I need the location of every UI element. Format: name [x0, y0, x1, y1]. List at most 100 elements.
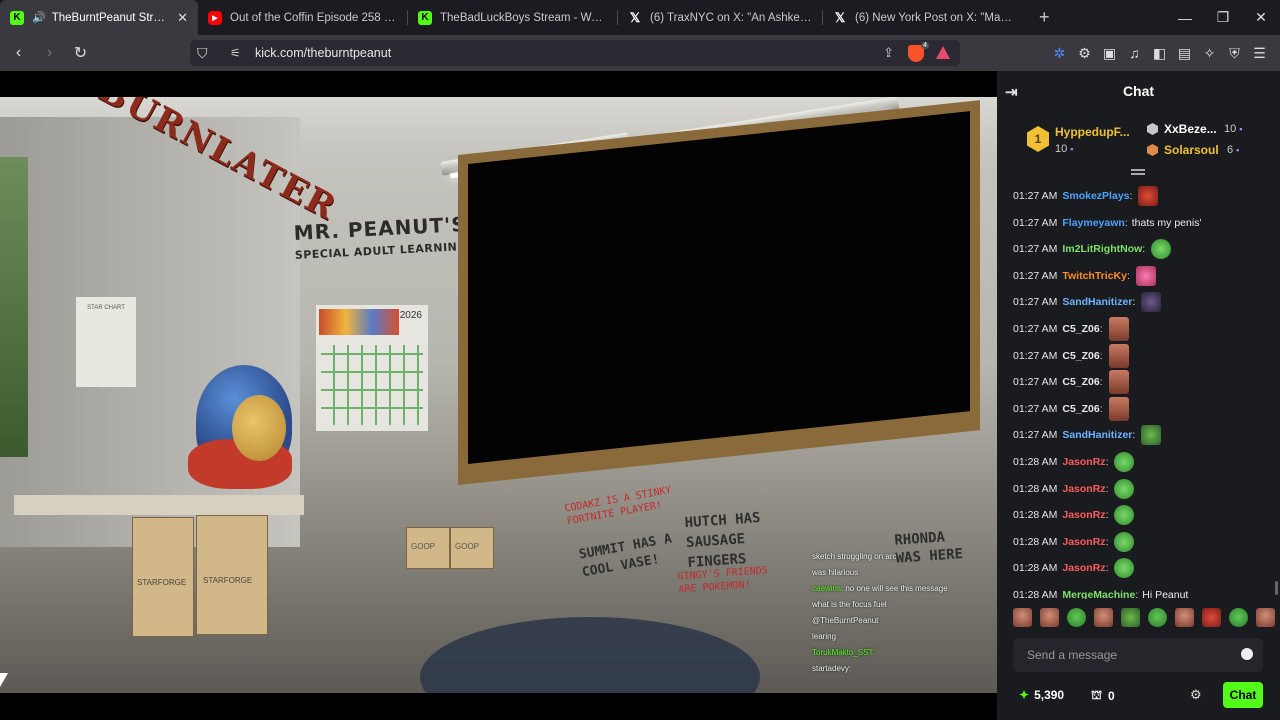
quick-emote-icon[interactable] [1040, 608, 1059, 627]
message-time: 01:28 AM [1013, 562, 1058, 575]
share-icon[interactable]: ⇪ [883, 45, 894, 61]
message-username[interactable]: SmokezPlays [1062, 190, 1129, 202]
chat-input[interactable] [1013, 638, 1233, 672]
menu-icon[interactable]: ☰ [1247, 45, 1272, 62]
channel-points[interactable]: ✦ 5,390 [1019, 688, 1064, 702]
forward-button[interactable]: › [37, 44, 62, 62]
wall-scrawl: HUTCH HAS SAUSAGE FINGERS [684, 509, 761, 572]
tab-out-of-the-coffin[interactable]: ▶ Out of the Coffin Episode 258 Jan 2n [198, 0, 408, 35]
message-username[interactable]: JasonRz [1062, 483, 1105, 495]
gift-icon: ▪ [1236, 145, 1240, 155]
quick-emote-icon[interactable] [1094, 608, 1113, 627]
leo-ai-icon[interactable]: ✲ [1047, 45, 1072, 62]
tab-nypost[interactable]: 𝕏 (6) New York Post on X: "Maduro Op [823, 0, 1025, 35]
kick-icon: K [418, 10, 432, 25]
leader-3-name[interactable]: Solarsoul [1164, 143, 1219, 157]
quick-emote-icon[interactable] [1067, 608, 1086, 627]
back-button[interactable]: ‹ [6, 44, 31, 62]
message-colon: : [1129, 190, 1133, 202]
quick-emote-icon[interactable] [1256, 608, 1275, 627]
tab-traxnyc[interactable]: 𝕏 (6) TraxNYC on X: "An Ashkenazi less [618, 0, 823, 35]
bookmark-icon[interactable]: ⛉ [197, 45, 208, 62]
message-username[interactable]: MergeMachine [1062, 589, 1135, 599]
drag-handle-icon[interactable] [1131, 169, 1145, 175]
chat-message: 01:27 AM C5_Z06: [1013, 370, 1129, 395]
message-username[interactable]: SandHanitizer [1062, 296, 1132, 308]
leader-2-name[interactable]: XxBeze... [1164, 122, 1217, 136]
chat-input-box[interactable] [1013, 638, 1263, 672]
quick-emote-bar [1011, 608, 1280, 627]
restore-button[interactable]: ❐ [1204, 0, 1242, 35]
chat-scrollbar[interactable] [1275, 581, 1278, 595]
address-bar[interactable]: ⛉ ⚟ kick.com/theburntpeanut ⇪ 4 [190, 40, 960, 66]
tab-title: TheBurntPeanut Stream - Wat [51, 11, 169, 24]
message-time: 01:27 AM [1013, 349, 1058, 362]
message-colon: : [1099, 376, 1103, 389]
close-window-button[interactable]: ✕ [1242, 0, 1280, 35]
quick-emote-icon[interactable] [1202, 608, 1221, 627]
tab-title: TheBadLuckBoys Stream - Watch Live [440, 11, 608, 24]
message-username[interactable]: C5_Z06 [1062, 403, 1099, 415]
message-username[interactable]: JasonRz [1062, 456, 1105, 468]
quick-emote-icon[interactable] [1148, 608, 1167, 627]
message-username[interactable]: C5_Z06 [1062, 376, 1099, 388]
points-icon: ✦ [1019, 688, 1030, 702]
message-username[interactable]: TwitchTricKy [1062, 270, 1127, 282]
leader-1-name[interactable]: HyppedupF... [1055, 125, 1130, 139]
quick-emote-icon[interactable] [1175, 608, 1194, 627]
vpn-icon[interactable]: ⛨ [1222, 45, 1247, 62]
message-username[interactable]: Im2LitRightNow [1062, 243, 1142, 255]
extensions-icon[interactable]: ⚙ [1072, 45, 1097, 62]
overlay-line: learing [812, 632, 837, 641]
gift-leaderboard[interactable]: 1 HyppedupF... 10 ▪ XxBeze... 10 ▪ Solarso… [997, 111, 1280, 177]
chat-settings-icon[interactable]: ⚙ [1190, 687, 1202, 703]
shields-count: 4 [921, 41, 929, 49]
gift-count[interactable]: ⛫ 0 [1091, 688, 1115, 704]
quick-emote-icon[interactable] [1121, 608, 1140, 627]
message-username[interactable]: C5_Z06 [1062, 323, 1099, 335]
sidebar-icon[interactable]: ◧ [1147, 45, 1172, 62]
stream-chat-overlay: sketch struggling on arc was hilarious c… [812, 549, 992, 677]
youtube-icon: ▶ [208, 10, 222, 25]
quick-emote-icon[interactable] [1013, 608, 1032, 627]
message-username[interactable]: JasonRz [1062, 536, 1105, 548]
tab-thebadluckboys[interactable]: K TheBadLuckBoys Stream - Watch Live [408, 0, 618, 35]
emote-icon [1114, 452, 1135, 472]
brave-shields-icon[interactable]: 4 [908, 41, 929, 62]
minimize-button[interactable]: — [1166, 0, 1204, 35]
media-icon[interactable]: ♫ [1122, 45, 1147, 61]
overlay-line: @TheBurntPeanut [812, 616, 879, 625]
brave-rewards-icon[interactable] [936, 46, 950, 59]
tab-strip: K 🔊 TheBurntPeanut Stream - Wat ✕ ▶ Out … [0, 0, 1280, 35]
leo-icon[interactable]: ✧ [1197, 45, 1222, 62]
message-time: 01:28 AM [1013, 482, 1058, 495]
rank-3-badge-icon [1147, 144, 1158, 156]
leader-3-value: 6 ▪ [1227, 144, 1240, 156]
collapse-chat-icon[interactable]: ⇥ [1005, 83, 1018, 101]
reload-button[interactable]: ↻ [68, 43, 93, 63]
mouse-cursor-icon [0, 673, 8, 687]
message-username[interactable]: SandHanitizer [1062, 429, 1132, 441]
message-username[interactable]: Flaymeyawn [1062, 217, 1124, 229]
wallet-icon[interactable]: ▤ [1172, 45, 1197, 62]
screenshot-icon[interactable]: ▣ [1097, 45, 1122, 62]
emote-icon [1108, 317, 1129, 341]
overlay-line: sketch struggling on arc [812, 552, 897, 561]
message-username[interactable]: JasonRz [1062, 562, 1105, 574]
goop-label: GOOP [455, 542, 480, 551]
tab-title: (6) TraxNYC on X: "An Ashkenazi less [650, 11, 813, 24]
new-tab-button[interactable]: + [1039, 7, 1050, 28]
quick-emote-icon[interactable] [1229, 608, 1248, 627]
tab-theburntpeanut[interactable]: K 🔊 TheBurntPeanut Stream - Wat ✕ [0, 0, 198, 35]
send-chat-button[interactable]: Chat [1223, 682, 1263, 708]
message-username[interactable]: JasonRz [1062, 509, 1105, 521]
url-text[interactable]: kick.com/theburntpeanut [255, 46, 391, 60]
emoji-picker-icon[interactable] [1241, 648, 1253, 660]
video-player[interactable]: BURNLATER MR. PEANUT'S SPECIAL ADULT LEA… [0, 71, 997, 720]
site-settings-icon[interactable]: ⚟ [230, 46, 241, 60]
message-colon: : [1132, 429, 1136, 442]
close-tab-icon[interactable]: ✕ [177, 10, 188, 26]
speaker-icon[interactable]: 🔊 [32, 11, 46, 24]
message-time: 01:27 AM [1013, 243, 1058, 256]
message-username[interactable]: C5_Z06 [1062, 350, 1099, 362]
